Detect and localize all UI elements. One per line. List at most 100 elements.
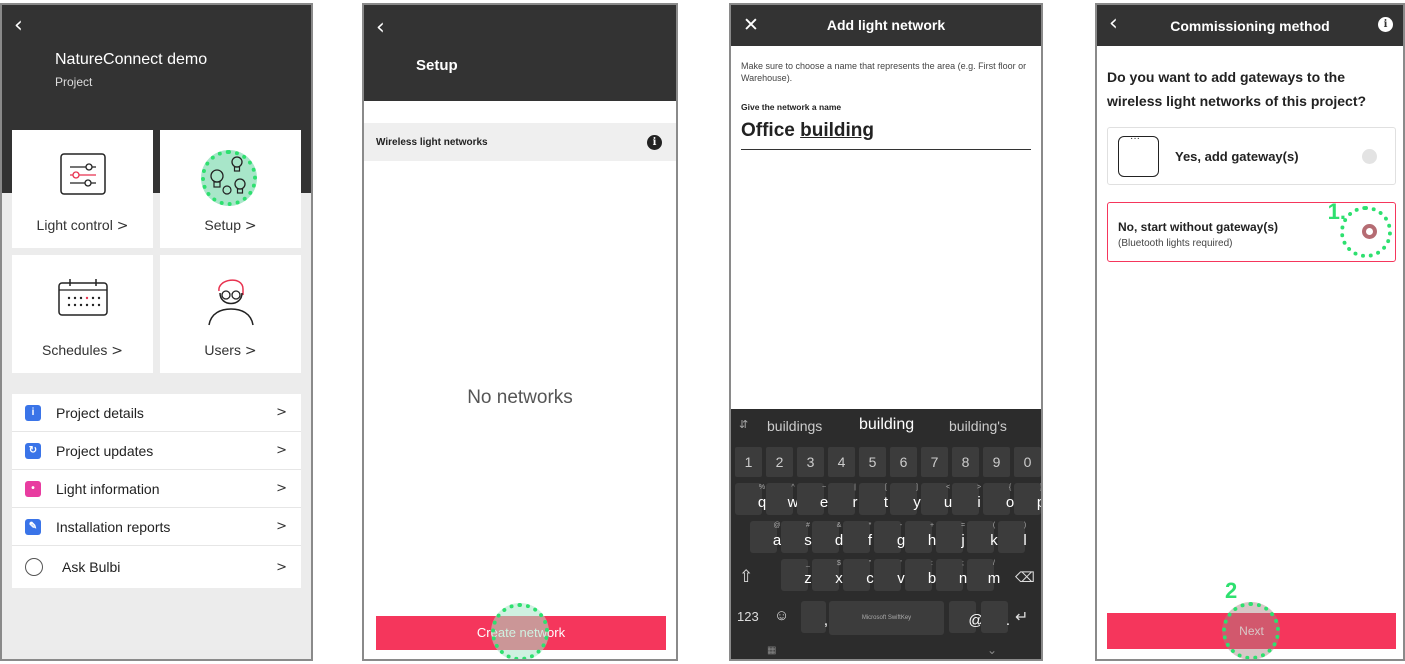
suggestion[interactable]: building's — [949, 418, 1007, 434]
letter-key[interactable]: ] y — [890, 483, 921, 515]
menu-project-details[interactable]: i Project details > — [12, 394, 301, 432]
letter-key[interactable]: :b — [905, 559, 936, 591]
letter-key[interactable]: / m — [967, 559, 1000, 591]
letter-key[interactable]: ^ w — [766, 483, 798, 515]
letter-key[interactable]: " c — [843, 559, 874, 591]
letter-key[interactable]: | r — [828, 483, 858, 515]
keyboard: ⇵ buildings building building's 12345678… — [731, 409, 1041, 659]
number-key[interactable]: 9 — [983, 447, 1010, 477]
shift-icon[interactable]: ⇧ — [739, 567, 753, 587]
letter-key[interactable]: & d — [812, 521, 843, 553]
letter-key[interactable]: (k — [967, 521, 998, 553]
expand-icon[interactable]: ⇵ — [739, 418, 748, 431]
info-icon: i — [25, 404, 41, 421]
tap-indicator — [1340, 206, 1392, 258]
menu-project-updates[interactable]: ↻ Project updates > — [12, 432, 301, 470]
chevron-right-icon: > — [116, 218, 129, 234]
tile-users[interactable]: Users > — [160, 255, 301, 373]
option-label: Yes, add gateway(s) — [1175, 149, 1299, 164]
option-no-gateways[interactable]: No, start without gateway(s) (Bluetooth … — [1107, 199, 1396, 262]
tile-schedules[interactable]: Schedules > — [12, 255, 153, 373]
page-title: Add light network — [826, 17, 946, 33]
dialog-header: ✕ Add light network — [731, 5, 1041, 46]
letter-key[interactable]: > i — [952, 483, 981, 515]
suggestion[interactable]: buildings — [767, 418, 822, 434]
project-menu: i Project details > ↻ Project updates > … — [12, 394, 301, 588]
enter-icon[interactable]: ↵ — [1015, 607, 1028, 627]
backspace-icon[interactable]: ⌫ — [1015, 569, 1035, 586]
empty-state: No networks — [467, 387, 573, 408]
letter-key[interactable]: * f — [843, 521, 872, 553]
suggestion[interactable]: building — [859, 416, 914, 434]
page-title: Commissioning method — [1170, 18, 1330, 34]
chevron-right-icon: > — [111, 343, 123, 359]
hint-text: Make sure to choose a name that represen… — [741, 61, 1027, 83]
number-key[interactable]: 5 — [859, 447, 886, 477]
option-label: No, start without gateway(s) — [1118, 220, 1279, 234]
bulbi-icon — [25, 558, 43, 576]
emoji-icon[interactable]: ☺ — [774, 607, 789, 624]
letter-key[interactable]: < u — [921, 483, 952, 515]
space-key[interactable]: Microsoft SwiftKey — [829, 601, 944, 635]
number-key[interactable]: 7 — [921, 447, 948, 477]
period-key[interactable]: . — [981, 601, 1010, 633]
letter-key[interactable]: % q — [735, 483, 766, 515]
letter-key[interactable]: [t — [859, 483, 888, 515]
letter-key[interactable]: # s — [781, 521, 812, 553]
chevron-right-icon: > — [244, 343, 257, 359]
hide-keyboard-icon[interactable]: ⌄ — [987, 643, 997, 657]
tile-light-control[interactable]: Light control > — [12, 130, 153, 248]
option-add-gateways[interactable]: ··· Yes, add gateway(s) — [1107, 127, 1396, 185]
project-subtitle: Project — [55, 75, 93, 89]
letter-key[interactable]: }p — [1014, 483, 1041, 515]
at-key[interactable]: @ — [949, 601, 984, 633]
letter-key[interactable]: + h — [905, 521, 936, 553]
keyboard-switch-icon[interactable]: ▦ — [767, 645, 776, 656]
letter-key[interactable]: {o — [983, 483, 1014, 515]
letter-key[interactable]: ) l — [998, 521, 1027, 553]
report-icon: ✎ — [25, 518, 41, 535]
letter-key[interactable]: ; n — [936, 559, 967, 591]
number-key[interactable]: 2 — [766, 447, 793, 477]
step-number: 2 — [1225, 578, 1238, 603]
refresh-icon: ↻ — [25, 442, 41, 459]
info-icon[interactable]: i — [1378, 17, 1393, 32]
letter-key[interactable]: _ z — [781, 559, 812, 591]
comma-key[interactable]: , — [801, 601, 828, 633]
network-name-input[interactable]: Office building — [741, 120, 1031, 150]
back-icon[interactable]: ‹ — [14, 15, 23, 37]
letter-key[interactable]: $ x — [812, 559, 843, 591]
project-title: NatureConnect demo — [55, 51, 208, 68]
number-key[interactable]: 3 — [797, 447, 824, 477]
symbols-key[interactable]: 123 — [737, 609, 759, 624]
letter-key[interactable]: = j — [936, 521, 965, 553]
number-key[interactable]: 4 — [828, 447, 855, 477]
tile-label: Light control — [36, 217, 113, 233]
page-title: Setup — [416, 57, 458, 74]
tap-indicator — [491, 603, 549, 659]
setup-header: ‹ Setup — [364, 5, 676, 101]
number-key[interactable]: 1 — [735, 447, 762, 477]
menu-light-information[interactable]: • Light information > — [12, 470, 301, 508]
field-label: Give the network a name — [741, 102, 842, 112]
back-icon[interactable]: ‹ — [376, 17, 385, 39]
number-key[interactable]: 0 — [1014, 447, 1041, 477]
tile-label: Schedules — [41, 342, 108, 358]
letter-key[interactable]: @ a — [750, 521, 781, 553]
letter-key[interactable]: ~ e — [797, 483, 828, 515]
radio-unselected[interactable] — [1362, 149, 1377, 164]
number-key[interactable]: 6 — [890, 447, 917, 477]
chevron-right-icon: > — [276, 443, 287, 458]
letter-key[interactable]: -g — [874, 521, 905, 553]
user-icon — [207, 279, 254, 326]
step-number: 1. — [1327, 199, 1346, 224]
setup-screen: ‹ Setup Wireless light networks i No net… — [362, 3, 678, 661]
menu-installation-reports[interactable]: ✎ Installation reports > — [12, 508, 301, 546]
menu-ask-bulbi[interactable]: Ask Bulbi > — [12, 546, 301, 588]
chevron-right-icon: > — [276, 481, 287, 496]
letter-key[interactable]: ' v — [874, 559, 905, 591]
tile-setup[interactable]: Setup > — [160, 130, 301, 248]
info-icon[interactable]: i — [647, 134, 662, 150]
lightbulbs-icon — [210, 156, 246, 195]
number-key[interactable]: 8 — [952, 447, 979, 477]
